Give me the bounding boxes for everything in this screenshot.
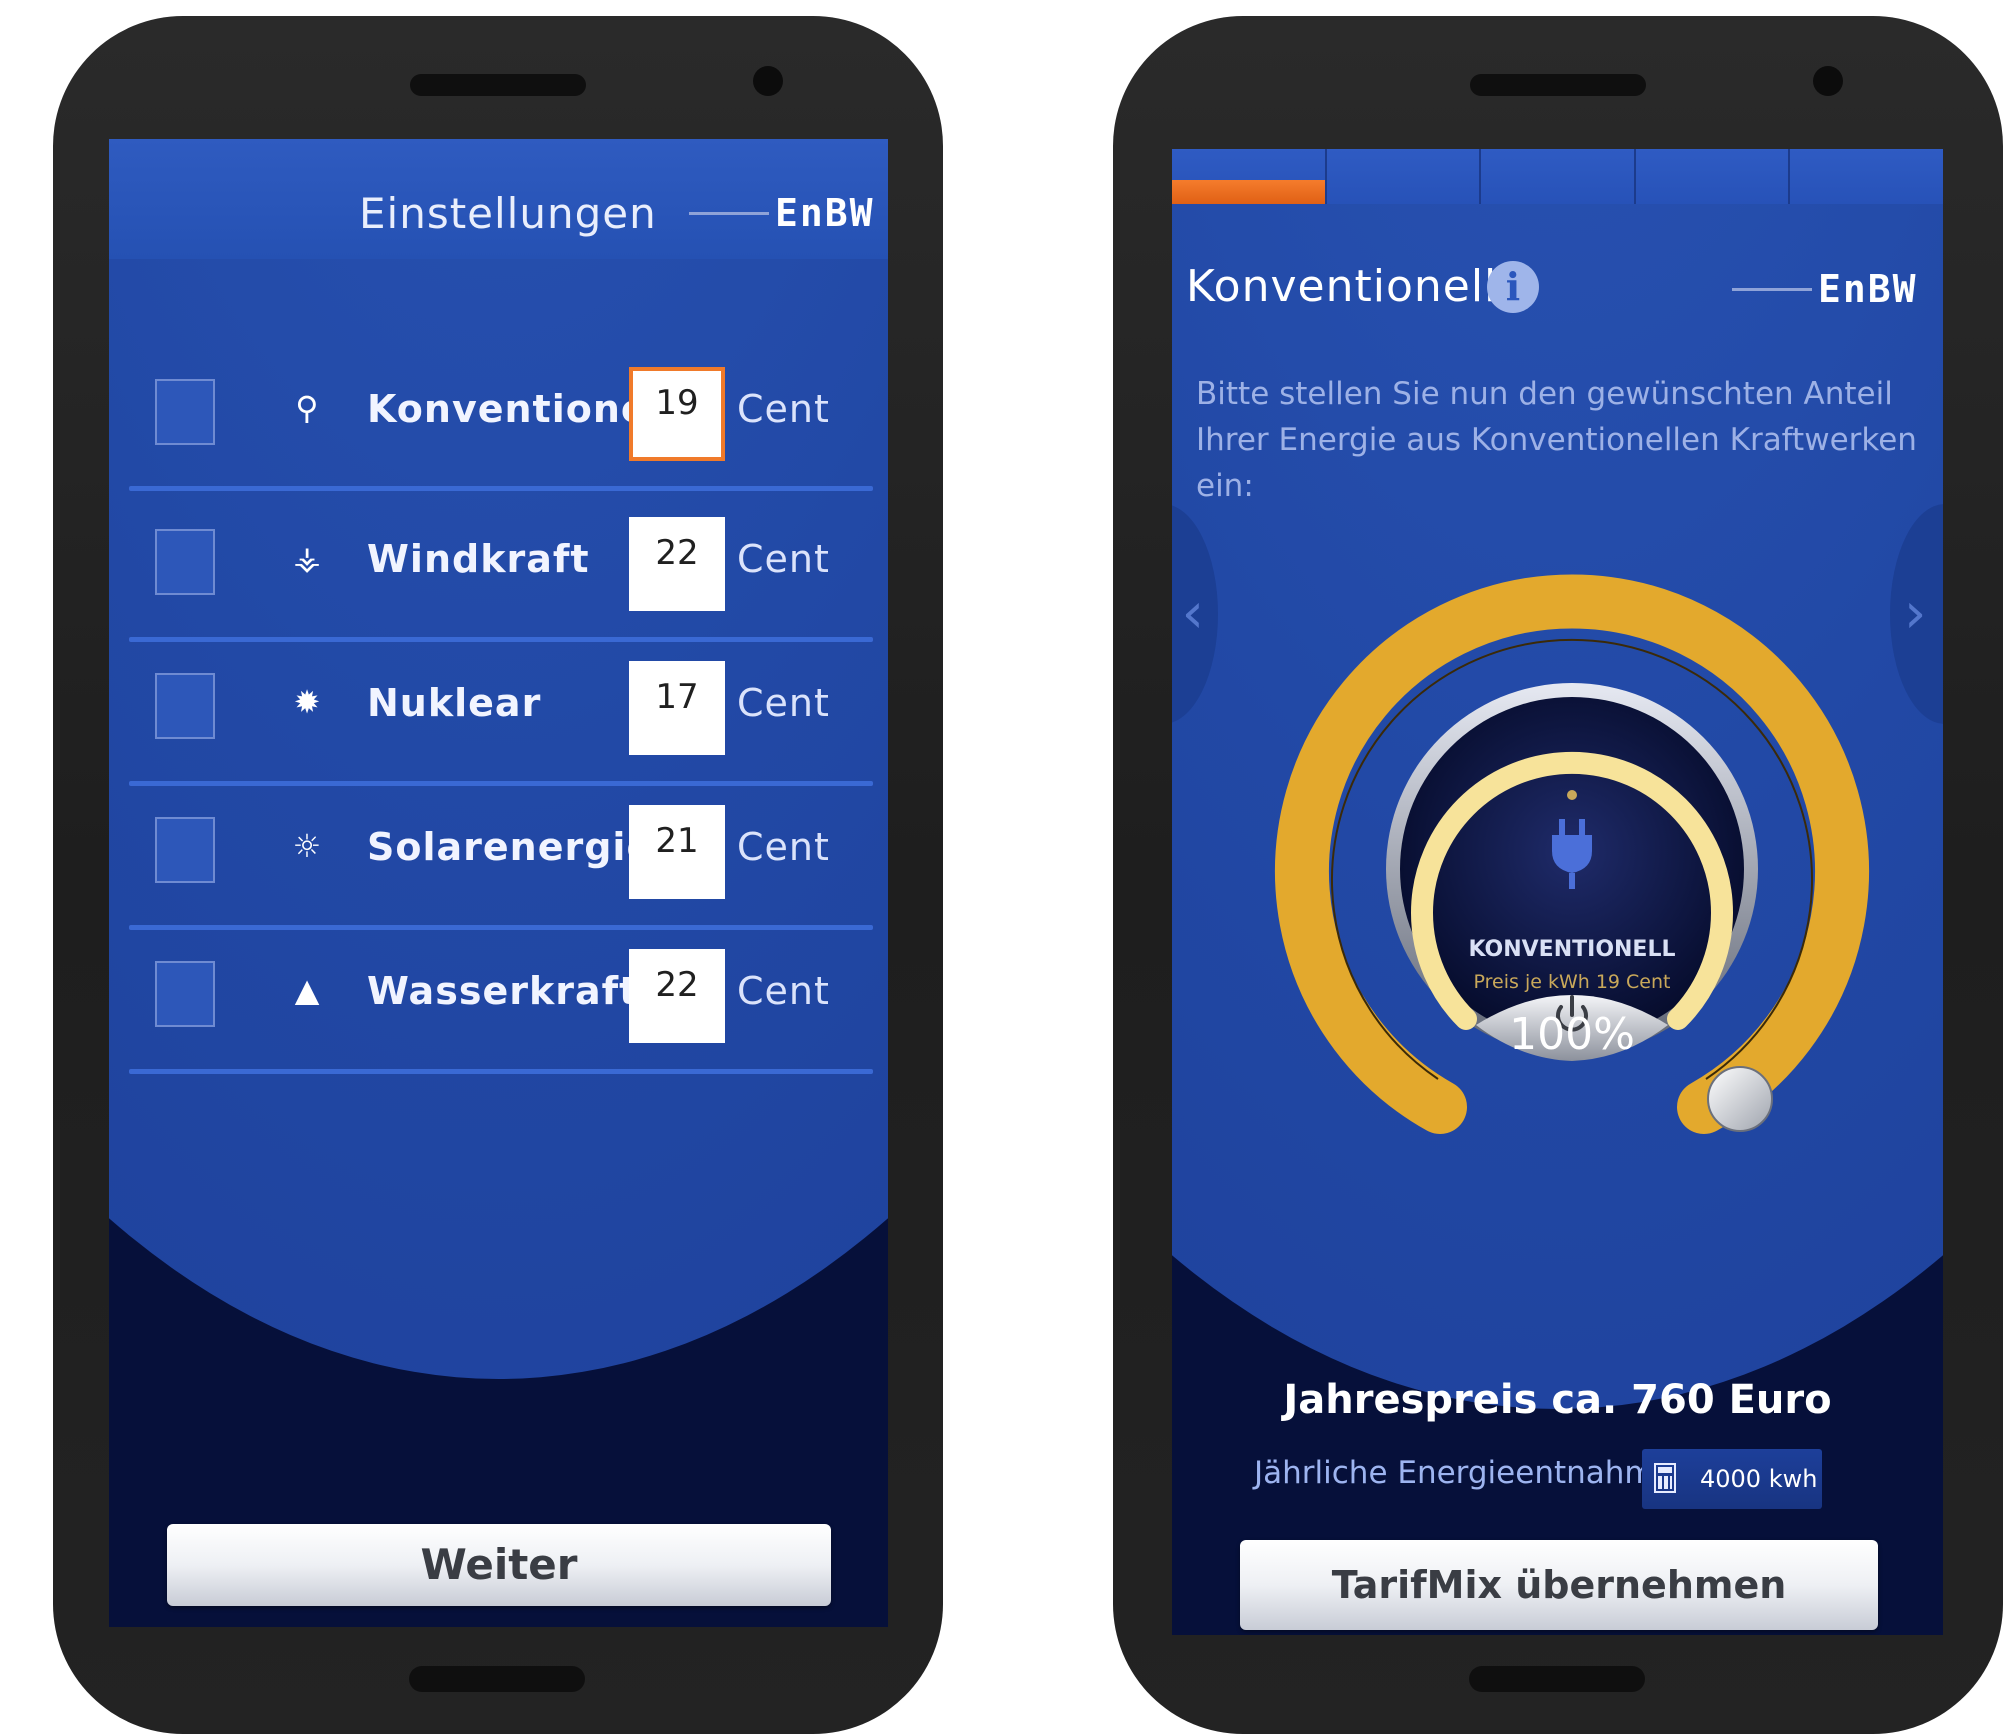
price-input-windkraft[interactable]: 22	[629, 517, 725, 611]
front-camera	[753, 66, 783, 96]
tab-nuklear[interactable]	[1481, 149, 1636, 204]
dial-source-name: KONVENTIONELL	[1468, 937, 1676, 962]
calculator-icon	[1654, 1463, 1676, 1493]
plug-icon: ⚲	[295, 389, 319, 427]
speaker-grille	[410, 74, 586, 96]
small-plug-indicator	[1567, 790, 1577, 800]
header: Einstellungen EnBW	[109, 139, 888, 259]
nuclear-icon: ✹	[293, 683, 321, 721]
enbw-logo: EnBW	[689, 191, 875, 235]
phone-left: Einstellungen EnBW ⚲ Konventionell 19 Ce…	[53, 16, 943, 1734]
water-drop-icon: ▲	[294, 971, 320, 1009]
front-camera	[1813, 66, 1843, 96]
annual-price: Jahrespreis ca. 760 Euro	[1283, 1377, 1832, 1423]
weiter-button[interactable]: Weiter	[167, 1524, 831, 1606]
price-input-konventionell[interactable]: 19	[629, 367, 725, 461]
info-icon[interactable]: i	[1487, 261, 1539, 313]
slider-knob	[1707, 1066, 1773, 1132]
tab-windkraft[interactable]	[1327, 149, 1482, 204]
tab-bar	[1172, 149, 1943, 204]
wind-turbine-icon: ⚶	[293, 539, 321, 577]
page-title: Konventionell	[1186, 261, 1498, 312]
consumption-label: Jährliche Energieentnahme	[1254, 1455, 1674, 1491]
tab-wasserkraft[interactable]	[1790, 149, 1943, 204]
active-tab-indicator	[1172, 180, 1325, 204]
unit-label: Cent	[737, 387, 830, 431]
row-label: Wasserkraft	[367, 969, 639, 1013]
price-input-nuklear[interactable]: 17	[629, 661, 725, 755]
dial-graphic	[1275, 574, 1869, 1134]
description-text: Bitte stellen Sie nun den gewünschten An…	[1196, 376, 1917, 504]
percentage-dial: KONVENTIONELL Preis je kWh 19 Cent 100%	[1252, 569, 1892, 1149]
checkbox-windkraft[interactable]	[155, 529, 215, 595]
unit-label: Cent	[737, 681, 830, 725]
tab-konventionell[interactable]	[1172, 149, 1327, 204]
stage: Einstellungen EnBW ⚲ Konventionell 19 Ce…	[0, 0, 2013, 1734]
unit-label: Cent	[737, 537, 830, 581]
checkbox-wasserkraft[interactable]	[155, 961, 215, 1027]
list-item-solarenergie: ☼ Solarenergie 21 Cent	[129, 777, 873, 921]
page-title: Einstellungen	[359, 189, 657, 238]
tab-solarenergie[interactable]	[1636, 149, 1791, 204]
row-label: Nuklear	[367, 681, 542, 725]
unit-label: Cent	[737, 969, 830, 1013]
settings-screen: Einstellungen EnBW ⚲ Konventionell 19 Ce…	[109, 139, 888, 1627]
home-button[interactable]	[409, 1666, 585, 1692]
solar-panel-icon: ☼	[292, 827, 322, 865]
phone-right: Konventionell i EnBW Bitte stellen Sie n…	[1113, 16, 2003, 1734]
list-item-wasserkraft: ▲ Wasserkraft 22 Cent	[129, 921, 873, 1065]
enbw-logo: EnBW	[1732, 267, 1918, 311]
mix-screen: Konventionell i EnBW Bitte stellen Sie n…	[1172, 149, 1943, 1635]
consumption-value: 4000 kwh	[1700, 1465, 1818, 1493]
list-item-konventionell: ⚲ Konventionell 19 Cent	[129, 339, 873, 483]
price-input-wasserkraft[interactable]: 22	[629, 949, 725, 1043]
tarifmix-button[interactable]: TarifMix übernehmen	[1240, 1540, 1878, 1630]
dial-percentage: 100%	[1509, 1009, 1635, 1060]
dial-price-text: Preis je kWh 19 Cent	[1473, 971, 1671, 993]
row-label: Solarenergie	[367, 825, 654, 869]
row-label: Windkraft	[367, 537, 590, 581]
home-button[interactable]	[1469, 1666, 1645, 1692]
list-item-windkraft: ⚶ Windkraft 22 Cent	[129, 489, 873, 633]
unit-label: Cent	[737, 825, 830, 869]
checkbox-solarenergie[interactable]	[155, 817, 215, 883]
speaker-grille	[1470, 74, 1646, 96]
list-item-nuklear: ✹ Nuklear 17 Cent	[129, 633, 873, 777]
checkbox-nuklear[interactable]	[155, 673, 215, 739]
checkbox-konventionell[interactable]	[155, 379, 215, 445]
divider	[129, 1069, 873, 1074]
price-input-solarenergie[interactable]: 21	[629, 805, 725, 899]
consumption-field[interactable]: 4000 kwh	[1642, 1449, 1822, 1509]
